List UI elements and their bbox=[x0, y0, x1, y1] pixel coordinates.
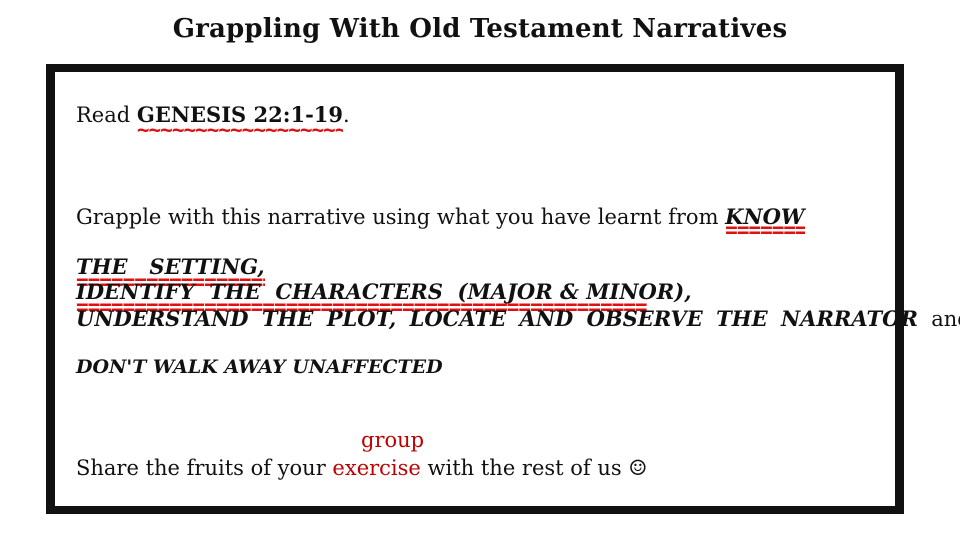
instruction-line-4: DON'T WALK AWAY UNAFFECTED bbox=[76, 356, 443, 378]
term-understand: UNDERSTAND bbox=[76, 306, 249, 331]
instruction-line-1: Grapple with this narrative using what y… bbox=[76, 204, 805, 242]
correction-group: group bbox=[361, 428, 425, 452]
connector-and: and bbox=[931, 307, 960, 331]
read-prefix: Read bbox=[76, 103, 137, 127]
term-narrator: NARRATOR bbox=[780, 306, 918, 331]
read-line: Read GENESIS 22:1-19 ~~~~~~~~~~~~~~~~~~. bbox=[76, 102, 350, 142]
term-the-setting: THE SETTING,============================… bbox=[76, 254, 265, 294]
term-the-3: THE bbox=[261, 306, 314, 331]
instruction-lead: Grapple with this narrative using what y… bbox=[76, 205, 726, 229]
share-prefix: Share the fruits of your bbox=[76, 456, 333, 480]
term-locate: LOCATE bbox=[409, 306, 507, 331]
double-underline-know: ========================================… bbox=[725, 218, 804, 242]
share-suffix: with the rest of us ☺ bbox=[420, 456, 648, 480]
term-the-4: THE bbox=[716, 306, 768, 331]
term-identify-characters: IDENTIFY THE CHARACTERS (MAJOR & MINOR),… bbox=[76, 279, 692, 319]
share-line: Share the fruits of your exercise with t… bbox=[76, 456, 647, 480]
term-know: KNOW====================================… bbox=[725, 204, 804, 242]
term-plot: PLOT, bbox=[326, 306, 397, 331]
wavy-underline: ~~~~~~~~~~~~~~~~~~ bbox=[136, 118, 344, 142]
share-struck-word: exercise bbox=[332, 456, 421, 480]
term-unaffected: DON'T WALK AWAY UNAFFECTED bbox=[76, 356, 443, 378]
instruction-line-2: THE SETTING,============================… bbox=[76, 254, 864, 319]
instruction-line-3: UNDERSTAND THE PLOT, LOCATE AND OBSERVE … bbox=[76, 306, 960, 331]
term-observe: OBSERVE bbox=[586, 306, 703, 331]
term-and: AND bbox=[519, 306, 574, 331]
passage-reference: GENESIS 22:1-19 ~~~~~~~~~~~~~~~~~~ bbox=[137, 102, 343, 142]
read-suffix: . bbox=[343, 103, 350, 127]
page-title: Grappling With Old Testament Narratives bbox=[172, 14, 788, 44]
